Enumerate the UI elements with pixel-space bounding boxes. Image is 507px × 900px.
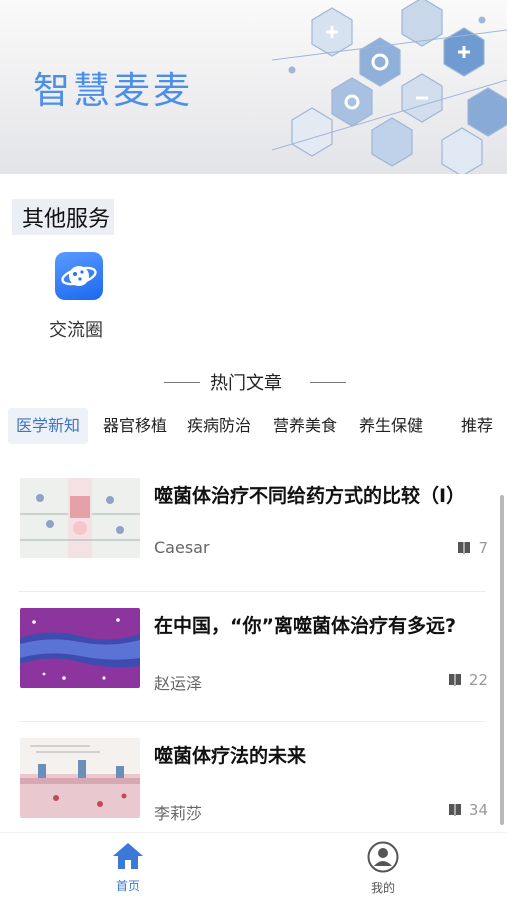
article-author: Caesar [154, 538, 210, 557]
article-title: 噬菌体治疗不同给药方式的比较（Ⅰ） [154, 485, 466, 507]
divider-left [164, 382, 200, 383]
nav-home-label: 首页 [115, 879, 140, 893]
service-label: 交流圈 [49, 320, 103, 341]
category-tabs: 医学新知 器官移植 疾病防治 营养美食 养生保健 推荐 [0, 408, 507, 446]
article-list[interactable]: 噬菌体治疗不同给药方式的比较（Ⅰ） Caesar 7 在中国，“你”离噬菌体治疗… [0, 462, 507, 834]
section-title-services: 其他服务 [12, 199, 115, 235]
article-reads: 22 [447, 671, 488, 689]
article-thumbnail [20, 608, 140, 688]
article-thumbnail [20, 738, 140, 818]
article-thumbnail [20, 478, 140, 558]
article-author: 赵运泽 [154, 674, 203, 693]
book-icon [448, 674, 461, 686]
article-title: 在中国，“你”离噬菌体治疗有多远? [154, 615, 456, 637]
nav-mine[interactable]: 我的 [353, 841, 413, 896]
banner-title: 智慧麦麦 [33, 69, 193, 112]
hot-articles-heading: 热门文章 [0, 369, 507, 395]
article-read-count: 22 [468, 671, 488, 689]
article-read-count: 34 [468, 801, 488, 819]
user-icon [367, 841, 399, 873]
article-item[interactable]: 噬菌体疗法的未来 李莉莎 34 [0, 722, 500, 834]
divider-right [310, 382, 346, 383]
scrollbar[interactable] [500, 495, 504, 825]
tab-health-care[interactable]: 养生保健 [359, 408, 423, 444]
bottom-nav: 首页 我的 [0, 832, 507, 900]
medical-hexagon-art [272, 0, 507, 174]
article-author: 李莉莎 [154, 804, 203, 823]
tab-nutrition-food[interactable]: 营养美食 [273, 408, 337, 444]
service-item-community[interactable]: 交流圈 [46, 252, 112, 342]
book-icon [448, 804, 461, 816]
tab-medical-news[interactable]: 医学新知 [8, 408, 89, 444]
nav-home[interactable]: 首页 [98, 841, 158, 894]
home-icon [113, 843, 143, 869]
article-reads: 7 [456, 539, 488, 557]
planet-icon [55, 252, 103, 300]
article-item[interactable]: 在中国，“你”离噬菌体治疗有多远? 赵运泽 22 [0, 592, 500, 722]
article-item[interactable]: 噬菌体治疗不同给药方式的比较（Ⅰ） Caesar 7 [0, 462, 500, 592]
tab-organ-transplant[interactable]: 器官移植 [103, 408, 167, 444]
banner[interactable]: 智慧麦麦 [0, 0, 507, 174]
book-icon [458, 542, 471, 554]
article-reads: 34 [447, 801, 488, 819]
nav-mine-label: 我的 [370, 881, 395, 895]
article-read-count: 7 [478, 539, 488, 557]
tab-disease-prevention[interactable]: 疾病防治 [187, 408, 251, 444]
hot-articles-title: 热门文章 [210, 373, 282, 394]
tab-recommend[interactable]: 推荐 [461, 408, 493, 444]
article-title: 噬菌体疗法的未来 [154, 745, 307, 767]
